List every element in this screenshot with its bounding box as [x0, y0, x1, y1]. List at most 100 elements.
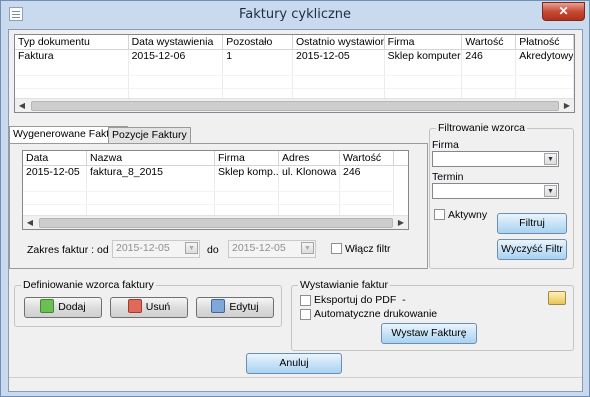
template-column-header[interactable]: Pozostało — [223, 35, 293, 49]
chevron-down-icon[interactable]: ▼ — [301, 242, 314, 254]
invoice-empty-cell — [23, 192, 87, 205]
template-grid-header: Typ dokumentu Data wystawienia Pozostało Os… — [15, 35, 574, 50]
template-column-header[interactable]: Typ dokumentu — [15, 35, 129, 49]
tab-invoice-items[interactable]: Pozycje Faktury — [108, 127, 191, 143]
invoice-grid-hscroll[interactable]: ◀ ▶ — [23, 215, 408, 229]
template-column-header[interactable]: Ostatnio wystawiona — [293, 35, 385, 49]
invoice-column-header[interactable]: Adres — [279, 151, 340, 165]
clear-filter-button[interactable]: Wyczyść Filtr — [497, 239, 567, 260]
add-button[interactable]: Dodaj — [24, 297, 102, 318]
template-cell: 2015-12-06 — [129, 50, 224, 63]
template-row[interactable]: Faktura 2015-12-06 1 2015-12-05 Sklep komput… — [15, 50, 574, 63]
auto-print-checkbox[interactable] — [300, 309, 311, 320]
chevron-down-icon[interactable]: ▼ — [544, 185, 557, 197]
export-pdf-label: Eksportuj do PDF - — [314, 294, 406, 306]
title-bar[interactable]: Faktury cykliczne ✕ — [1, 1, 589, 29]
firma-label: Firma — [432, 139, 459, 151]
scroll-thumb[interactable] — [31, 101, 559, 111]
invoice-empty-cell — [340, 179, 394, 192]
template-column-header[interactable]: Płatność — [516, 35, 574, 49]
main-window: Faktury cykliczne ✕ Typ dokumentu Data wy… — [0, 0, 590, 397]
delete-button[interactable]: Usuń — [110, 297, 188, 318]
cancel-button[interactable]: Anuluj — [246, 353, 342, 374]
date-from-picker[interactable]: 2015-12-05 ▼ — [112, 240, 200, 258]
enable-filter-label: Włącz filtr — [345, 243, 391, 255]
edit-doc-icon — [211, 299, 226, 313]
invoice-empty-row — [23, 192, 408, 205]
invoice-empty-cell — [215, 192, 279, 205]
scroll-right-icon[interactable]: ▶ — [561, 100, 573, 112]
auto-print-label: Automatyczne drukowanie — [314, 308, 438, 320]
invoice-column-header[interactable]: Data — [23, 151, 87, 165]
template-cell: Akredytowy — [516, 50, 574, 63]
invoice-empty-cell — [279, 179, 340, 192]
date-to-picker[interactable]: 2015-12-05 ▼ — [228, 240, 316, 258]
scroll-left-icon[interactable]: ◀ — [24, 217, 36, 229]
template-empty-cell — [516, 63, 574, 76]
invoice-grid[interactable]: Data Nazwa Firma Adres Wartość 2015-12-05 fak… — [22, 150, 409, 230]
scroll-right-icon[interactable]: ▶ — [395, 217, 407, 229]
client-area: Typ dokumentu Data wystawienia Pozostało Os… — [8, 29, 583, 392]
template-empty-row — [15, 63, 574, 76]
filter-template-group: Filtrowanie wzorca Firma ▼ Termin ▼ Akty… — [429, 122, 574, 269]
issue-group-title: Wystawianie faktur — [298, 279, 391, 291]
template-cell: Sklep komputer... — [385, 50, 463, 63]
template-cell: 2015-12-05 — [293, 50, 385, 63]
template-grid-body: Faktura 2015-12-06 1 2015-12-05 Sklep komput… — [15, 50, 574, 102]
scroll-thumb[interactable] — [39, 218, 393, 228]
chevron-down-icon[interactable]: ▼ — [185, 242, 198, 254]
invoice-grid-body: 2015-12-05 faktura_8_2015 Sklep komp... ul.… — [23, 166, 408, 218]
template-empty-cell — [15, 76, 129, 89]
close-button[interactable]: ✕ — [542, 2, 585, 21]
invoice-column-header[interactable]: Firma — [215, 151, 279, 165]
invoice-empty-row — [23, 179, 408, 192]
invoice-grid-header: Data Nazwa Firma Adres Wartość — [23, 151, 408, 166]
termin-select[interactable]: ▼ — [432, 183, 559, 199]
invoice-column-header[interactable]: Wartość — [340, 151, 394, 165]
invoice-empty-cell — [87, 179, 215, 192]
export-pdf-checkbox[interactable] — [300, 295, 311, 306]
template-empty-cell — [292, 76, 385, 89]
firma-select[interactable]: ▼ — [432, 151, 559, 167]
template-empty-cell — [516, 76, 574, 89]
template-grid-hscroll[interactable]: ◀ ▶ — [15, 98, 574, 112]
date-from-label: Zakres faktur : od — [27, 244, 109, 256]
tab-panel: Data Nazwa Firma Adres Wartość 2015-12-05 fak… — [9, 143, 428, 269]
filter-button[interactable]: Filtruj — [497, 213, 567, 234]
chevron-down-icon[interactable]: ▼ — [544, 153, 557, 165]
filter-group-title: Filtrowanie wzorca — [436, 122, 527, 134]
template-group-title: Definiowanie wzorca faktury — [21, 279, 156, 291]
scroll-left-icon[interactable]: ◀ — [16, 100, 28, 112]
invoice-column-header[interactable]: Nazwa — [87, 151, 215, 165]
template-empty-cell — [384, 76, 463, 89]
delete-doc-icon — [127, 299, 142, 313]
template-column-header[interactable]: Wartość — [462, 35, 517, 49]
invoice-cell: Sklep komp... — [215, 166, 279, 179]
invoice-row[interactable]: 2015-12-05 faktura_8_2015 Sklep komp... ul.… — [23, 166, 408, 179]
folder-icon[interactable] — [548, 291, 566, 305]
invoice-cell: 246 — [340, 166, 394, 179]
invoice-cell: faktura_8_2015 — [87, 166, 215, 179]
template-empty-cell — [15, 63, 129, 76]
template-column-header[interactable]: Firma — [385, 35, 463, 49]
template-column-header[interactable]: Data wystawienia — [129, 35, 224, 49]
active-checkbox[interactable] — [434, 209, 445, 220]
invoice-empty-cell — [23, 179, 87, 192]
issue-invoices-group: Wystawianie faktur Eksportuj do PDF - Au… — [291, 279, 574, 351]
template-empty-cell — [223, 63, 293, 76]
edit-button[interactable]: Edytuj — [196, 297, 274, 318]
window-title: Faktury cykliczne — [238, 7, 352, 22]
template-empty-row — [15, 76, 574, 89]
template-empty-cell — [462, 76, 517, 89]
enable-filter-checkbox[interactable] — [331, 243, 342, 254]
template-cell: 1 — [223, 50, 293, 63]
invoice-cell: 2015-12-05 — [23, 166, 87, 179]
template-empty-cell — [292, 63, 385, 76]
template-empty-cell — [223, 76, 293, 89]
add-doc-icon — [40, 299, 55, 313]
template-grid[interactable]: Typ dokumentu Data wystawienia Pozostało Os… — [14, 34, 575, 113]
invoice-empty-cell — [87, 192, 215, 205]
date-to-label: do — [207, 244, 219, 256]
template-empty-cell — [128, 63, 224, 76]
issue-invoice-button[interactable]: Wystaw Fakturę — [381, 323, 477, 344]
